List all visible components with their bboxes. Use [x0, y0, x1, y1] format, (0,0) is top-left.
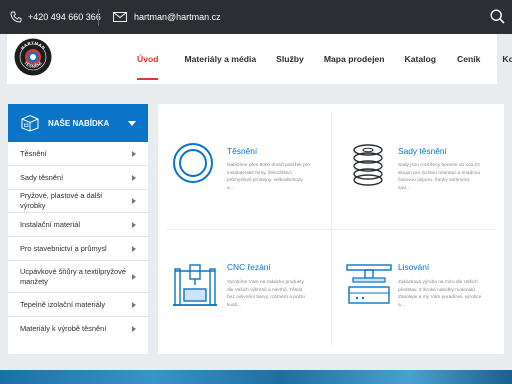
main-nav: Úvod Materiály a média Služby Mapa prode… [137, 34, 512, 84]
site-header: HARTMAN TĚSNĚNÍ Úvod Materiály a média S… [7, 34, 512, 84]
card-text: Sady jsou rozšířeny bereme do cca 22 sku… [398, 163, 481, 191]
nav-item-kontakt[interactable]: Kontakt [502, 54, 512, 64]
topbar-divider [98, 9, 99, 26]
sidebar-item-tesneni[interactable]: Těsnění [8, 142, 148, 166]
search-icon[interactable] [490, 9, 505, 24]
card-divider-horizontal [166, 229, 496, 230]
sidebar-item-label: Pryžové, plastové a další výrobky [20, 191, 103, 210]
chevron-right-icon [132, 301, 136, 308]
offer-menu-toggle[interactable]: NAŠE NABÍDKA [8, 104, 148, 142]
email-link[interactable]: hartman@hartman.cz [134, 12, 221, 22]
card-text: Vyrobíme Vám na zakázku produkty dle Vaš… [227, 280, 306, 308]
chevron-right-icon [132, 221, 136, 228]
chevron-right-icon [132, 273, 136, 280]
nav-item-materialy[interactable]: Materiály a média [184, 54, 256, 64]
phone-icon [10, 11, 22, 23]
press-machine-icon [346, 264, 392, 304]
sidebar-item-label: Ucpávkové šňůry a textilpryžové manžety [20, 266, 126, 286]
sidebar-title: NAŠE NABÍDKA [48, 118, 110, 128]
nav-item-cenik[interactable]: Ceník [457, 54, 480, 64]
chevron-right-icon [132, 245, 136, 252]
sidebar-item-pryzove[interactable]: Pryžové, plastové a další výrobky [8, 190, 148, 213]
hero-photo-strip [0, 370, 512, 384]
sidebar-item-ucpavkove[interactable]: Ucpávkové šňůry a textilpryžové manžety [8, 261, 148, 293]
sidebar-item-label: Instalační materiál [20, 219, 80, 229]
mail-icon [113, 12, 127, 22]
card-title: Těsnění [227, 146, 258, 156]
seal-ring-icon [173, 143, 213, 183]
sidebar-item-label: Sady těsnění [20, 172, 64, 182]
nav-item-mapa-prodejen[interactable]: Mapa prodejen [324, 54, 385, 64]
phone-link[interactable]: +420 494 660 366 [28, 12, 101, 22]
chevron-right-icon [132, 326, 136, 332]
box-icon [21, 114, 39, 132]
chevron-right-icon [132, 174, 136, 181]
sidebar-item-label: Pro stavebnictví a průmysl [20, 243, 107, 253]
offer-cards: Těsnění Nabízíme přes 9000 druhů položek… [158, 104, 504, 354]
card-lisovani[interactable]: Lisování Zakázková výroba na míru dle Va… [331, 229, 504, 354]
sidebar-item-materialy-vyroba[interactable]: Materiály k výrobě těsnění [8, 317, 148, 341]
card-cnc-rezani[interactable]: CNC řezání Vyrobíme Vám na zakázku produ… [158, 229, 331, 354]
card-tesneni[interactable]: Těsnění Nabízíme přes 9000 druhů položek… [158, 104, 331, 229]
card-title: Sady těsnění [398, 146, 447, 156]
sidebar-item-tepelne[interactable]: Tepelně izolační materiály [8, 293, 148, 317]
sidebar-item-instalacni[interactable]: Instalační materiál [8, 213, 148, 237]
card-text: Zakázková výroba na míru dle Vašich před… [398, 280, 482, 308]
card-text: Nabízíme přes 9000 druhů položek pro ins… [227, 163, 310, 191]
chevron-right-icon [132, 198, 136, 204]
sidebar-item-sady-tesneni[interactable]: Sady těsnění [8, 166, 148, 190]
nav-item-sluzby[interactable]: Služby [276, 54, 304, 64]
sidebar-item-label: Těsnění [20, 148, 47, 158]
top-bar: +420 494 660 366 hartman@hartman.cz [0, 0, 512, 34]
card-title: Lisování [398, 262, 430, 272]
offer-sidebar: NAŠE NABÍDKA Těsnění Sady těsnění Pryžov… [8, 104, 148, 354]
sidebar-item-stavebnictvi[interactable]: Pro stavebnictví a průmysl [8, 237, 148, 261]
sidebar-item-label: Materiály k výrobě těsnění [20, 324, 107, 333]
sidebar-item-label: Tepelně izolační materiály [20, 299, 106, 309]
cnc-machine-icon [173, 264, 217, 306]
nav-item-katalog[interactable]: Katalog [405, 54, 437, 64]
nav-item-uvod[interactable]: Úvod [137, 54, 159, 80]
hartman-logo[interactable]: HARTMAN TĚSNĚNÍ [14, 38, 52, 76]
seal-stack-icon [353, 144, 383, 186]
chevron-down-icon [128, 121, 136, 126]
card-title: CNC řezání [227, 262, 271, 272]
chevron-right-icon [132, 150, 136, 157]
card-sady-tesneni[interactable]: Sady těsnění Sady jsou rozšířeny bereme … [331, 104, 504, 229]
